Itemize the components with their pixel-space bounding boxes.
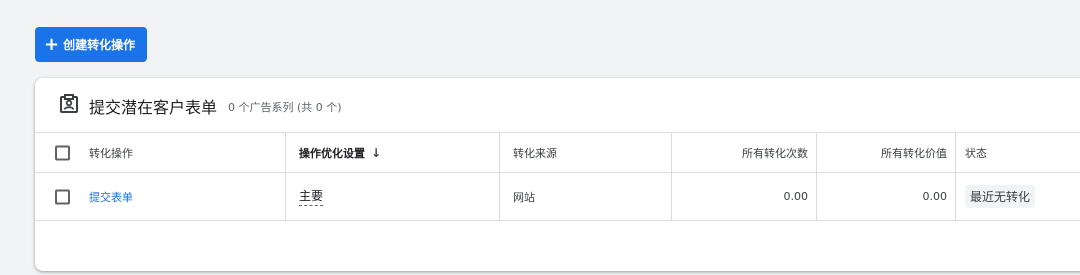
select-all-checkbox[interactable] bbox=[55, 145, 70, 160]
table-header-row: 转化操作 操作优化设置 ↓ 转化来源 所有转化次数 所有转化价值 状态 bbox=[35, 132, 1080, 172]
table-footer bbox=[35, 220, 1080, 271]
col-header-optimization-label: 操作优化设置 bbox=[299, 146, 365, 160]
col-header-optimization[interactable]: 操作优化设置 ↓ bbox=[299, 133, 381, 172]
campaign-count: 0 个广告系列 (共 0 个) bbox=[228, 101, 342, 114]
column-divider bbox=[499, 133, 500, 172]
conversion-actions-table: 转化操作 操作优化设置 ↓ 转化来源 所有转化次数 所有转化价值 状态 提交表单… bbox=[35, 132, 1080, 271]
plus-icon: + bbox=[44, 33, 60, 55]
col-header-status[interactable]: 状态 bbox=[965, 133, 987, 172]
row-checkbox[interactable] bbox=[55, 189, 70, 204]
lead-form-icon bbox=[60, 94, 78, 113]
card-header: 提交潜在客户表单 0 个广告系列 (共 0 个) bbox=[35, 78, 1080, 132]
col-header-all-conversions[interactable]: 所有转化次数 bbox=[671, 133, 808, 172]
card-title: 提交潜在客户表单 bbox=[89, 98, 218, 117]
status-badge: 最近无转化 bbox=[965, 185, 1036, 208]
column-divider bbox=[955, 173, 956, 220]
col-header-source[interactable]: 转化来源 bbox=[513, 133, 557, 172]
col-header-name[interactable]: 转化操作 bbox=[89, 133, 133, 172]
conversion-category-card: 提交潜在客户表单 0 个广告系列 (共 0 个) 转化操作 操作优化设置 ↓ 转… bbox=[35, 78, 1080, 271]
all-value-value: 0.00 bbox=[922, 190, 948, 203]
conversion-name-link[interactable]: 提交表单 bbox=[89, 189, 133, 205]
column-divider bbox=[499, 173, 500, 220]
column-divider bbox=[285, 173, 286, 220]
create-conversion-action-button[interactable]: + 创建转化操作 bbox=[35, 27, 148, 62]
sort-down-arrow-icon[interactable]: ↓ bbox=[371, 146, 381, 160]
optimization-value[interactable]: 主要 bbox=[299, 187, 324, 206]
source-value: 网站 bbox=[513, 190, 535, 204]
column-divider bbox=[285, 133, 286, 172]
table-row: 提交表单 主要 网站 0.00 0.00 最近无转化 bbox=[35, 172, 1080, 220]
col-header-all-value[interactable]: 所有转化价值 bbox=[808, 133, 947, 172]
create-button-label: 创建转化操作 bbox=[63, 38, 136, 52]
column-divider bbox=[955, 133, 956, 172]
all-conversions-value: 0.00 bbox=[783, 190, 809, 203]
